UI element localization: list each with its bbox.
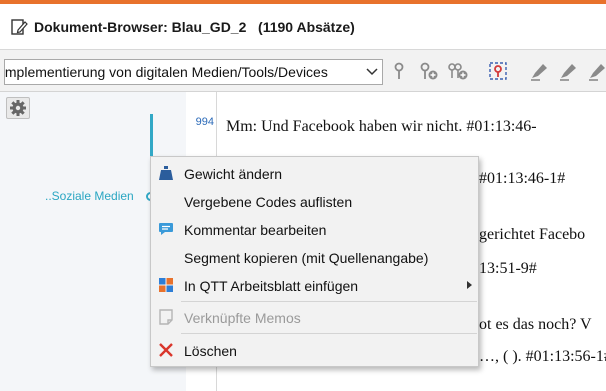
document-line: 13:51-9#: [479, 260, 537, 277]
highlighter-icon[interactable]: [557, 60, 579, 82]
code-select-value: Implementierung von digitalen Medien/Too…: [4, 64, 328, 80]
code-multi-add-icon[interactable]: [446, 60, 468, 82]
chevron-down-icon[interactable]: [362, 60, 382, 84]
menu-item-linked-memos: Verknüpfte Memos: [151, 303, 478, 331]
menu-separator: [181, 333, 477, 334]
weight-icon: [159, 166, 173, 180]
code-selection-icon[interactable]: [487, 60, 509, 82]
window-title: Dokument-Browser: Blau_GD_2 (1190 Absätz…: [34, 18, 355, 35]
document-line: gerichtet Facebo: [479, 226, 586, 243]
window-titlebar: Dokument-Browser: Blau_GD_2 (1190 Absätz…: [0, 4, 606, 50]
document-line: ot es das noch? V: [479, 316, 592, 333]
document-edit-icon: [11, 18, 28, 35]
gear-icon: [10, 100, 26, 116]
code-marker-icon[interactable]: [388, 60, 410, 82]
delete-icon: [159, 343, 173, 357]
submenu-arrow-icon: [467, 281, 472, 289]
settings-button[interactable]: [6, 97, 30, 119]
code-select-dropdown[interactable]: Implementierung von digitalen Medien/Too…: [4, 59, 383, 85]
memo-icon: [159, 309, 173, 325]
code-stripe-label[interactable]: ..Soziale Medien: [45, 189, 134, 203]
document-line: #01:13:46-1#: [479, 170, 566, 187]
highlighter-icon[interactable]: [528, 60, 550, 82]
document-line: Mm: Und Facebook haben wir nicht. #01:13…: [226, 118, 537, 135]
worksheet-icon: [159, 278, 173, 292]
document-line: …, ( ). #01:13:56-1#: [479, 348, 606, 365]
paragraph-number: 994: [195, 116, 214, 128]
menu-item-copy-segment[interactable]: Segment kopieren (mit Quellenangabe): [151, 243, 478, 271]
menu-item-change-weight[interactable]: Gewicht ändern: [151, 159, 478, 187]
highlighter-icon[interactable]: [586, 60, 606, 82]
comment-icon: [159, 223, 173, 235]
context-menu: Gewicht ändern Vergebene Codes auflisten…: [150, 156, 479, 367]
menu-item-list-codes[interactable]: Vergebene Codes auflisten: [151, 187, 478, 215]
code-add-icon[interactable]: [417, 60, 439, 82]
menu-item-insert-qtt[interactable]: In QTT Arbeitsblatt einfügen: [151, 271, 478, 299]
menu-item-delete[interactable]: Löschen: [151, 336, 478, 364]
menu-item-edit-comment[interactable]: Kommentar bearbeiten: [151, 215, 478, 243]
menu-separator: [181, 301, 477, 302]
toolbar: Implementierung von digitalen Medien/Too…: [0, 50, 606, 92]
